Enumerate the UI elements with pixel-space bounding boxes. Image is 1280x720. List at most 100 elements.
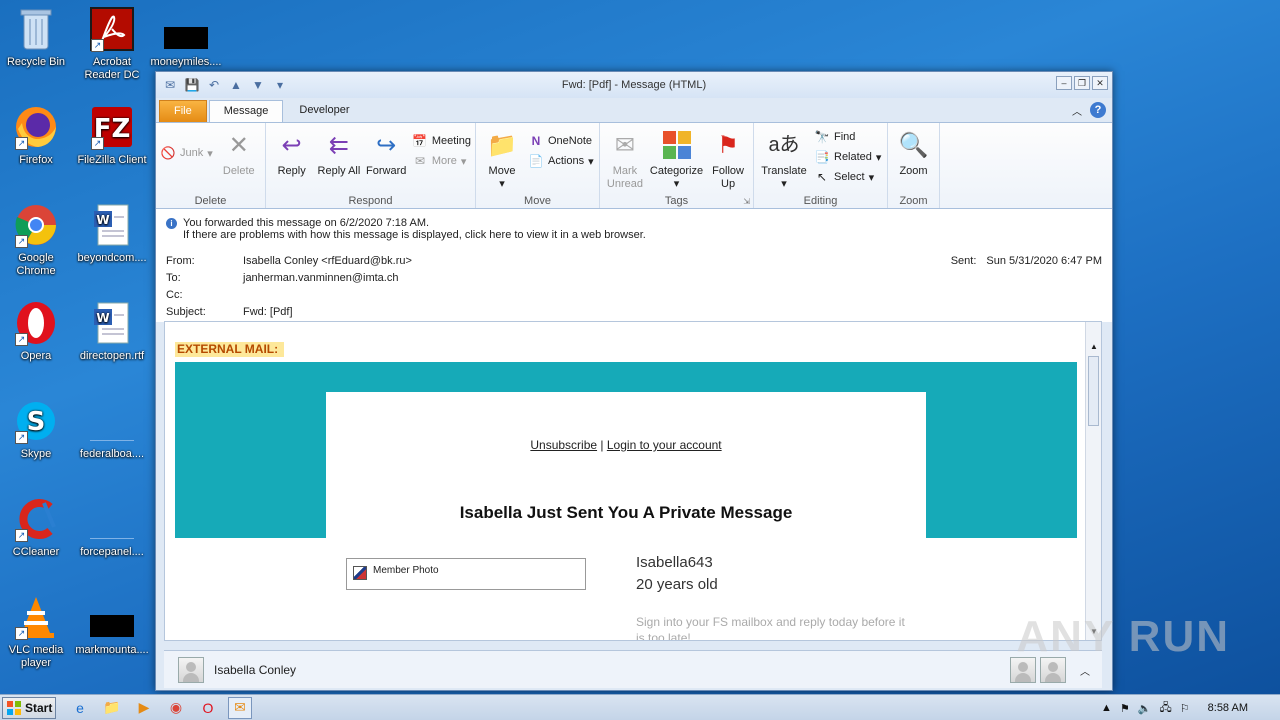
desktop-icon-opera[interactable]: ↗ Opera: [0, 300, 74, 363]
action-center-icon[interactable]: ⚑: [1120, 702, 1130, 715]
filezilla-icon: FZ ↗: [89, 104, 135, 150]
desktop-icon-label: Firefox: [19, 154, 53, 166]
message-body[interactable]: EXTERNAL MAIL: Unsubscribe | Login to yo…: [164, 321, 1102, 641]
desktop-icon-vlc[interactable]: ↗ VLC media player: [0, 594, 74, 670]
desktop-icon-label: markmounta....: [75, 644, 149, 656]
flag-icon: ⚑: [717, 131, 739, 159]
system-tray: ▲ ⚑ 🔈 🖧 ⚐ 8:58 AM: [1101, 695, 1280, 720]
more-button[interactable]: ✉ More ▾: [412, 153, 471, 169]
shortcut-arrow-icon: ↗: [15, 137, 28, 150]
group-label: Editing: [803, 195, 838, 207]
explorer-folder-icon[interactable]: 📁: [100, 697, 124, 719]
scroll-up-icon[interactable]: ▲: [1090, 342, 1098, 351]
help-icon[interactable]: ?: [1090, 102, 1106, 118]
outlook-icon[interactable]: ✉: [228, 696, 252, 719]
junk-icon: 🚫: [160, 146, 176, 160]
desktop-icon-label: Skype: [20, 448, 52, 460]
group-tags: ✉ Mark Unread Categorize ▾ ⚑ Follow Up ⇲…: [600, 123, 754, 208]
sender-name[interactable]: Isabella Conley: [214, 663, 296, 677]
show-hidden-icons-icon[interactable]: ▲: [1101, 702, 1112, 714]
close-button[interactable]: ✕: [1092, 76, 1108, 90]
expand-people-pane-icon[interactable]: ︿: [1080, 663, 1090, 678]
cc-row: Cc:: [166, 289, 183, 301]
tab-developer[interactable]: Developer: [285, 100, 363, 122]
acrobat-icon: ↗: [89, 6, 135, 52]
chrome-icon: ↗: [13, 202, 59, 248]
desktop-icon-label: Recycle Bin: [6, 56, 66, 68]
desktop-icon-firefox[interactable]: ↗ Firefox: [0, 104, 74, 167]
desktop-icon-label: forcepanel....: [80, 546, 144, 558]
from-value[interactable]: Isabella Conley <rfEduard@bk.ru>: [243, 255, 412, 267]
desktop-icon-markmounta[interactable]: markmounta....: [74, 594, 150, 657]
desktop-icon-beyondcom[interactable]: W beyondcom....: [74, 202, 150, 265]
group-label: Move: [524, 195, 551, 207]
file-icon: [89, 496, 135, 542]
tab-message[interactable]: Message: [208, 100, 284, 122]
collapse-ribbon-icon[interactable]: ︿: [1072, 103, 1082, 118]
desktop-icon-label: Google Chrome: [16, 252, 56, 277]
volume-icon[interactable]: 🔈: [1138, 702, 1152, 715]
info-forwarded: You forwarded this message on 6/2/2020 7…: [183, 217, 430, 229]
junk-button[interactable]: 🚫 Junk ▾: [160, 145, 213, 161]
avatar[interactable]: [178, 656, 204, 683]
age: 20 years old: [636, 576, 718, 593]
media-player-icon[interactable]: ▶: [132, 697, 156, 719]
group-label: Tags: [664, 195, 689, 207]
dropdown-arrow-icon: ▾: [781, 178, 787, 190]
find-button[interactable]: 🔭 Find: [814, 129, 881, 145]
onenote-button[interactable]: N OneNote: [528, 133, 594, 149]
binoculars-icon: 🔭: [814, 130, 830, 144]
scroll-thumb[interactable]: [1088, 356, 1099, 426]
svg-text:W: W: [96, 311, 109, 325]
info-view-in-browser[interactable]: If there are problems with how this mess…: [166, 229, 1102, 241]
email-headline: Isabella Just Sent You A Private Message: [459, 503, 793, 522]
desktop-icon-ccleaner[interactable]: ↗ CCleaner: [0, 496, 74, 559]
to-value[interactable]: janherman.vanminnen@imta.ch: [243, 272, 398, 284]
meeting-button[interactable]: 📅 Meeting: [412, 133, 471, 149]
unsubscribe-link[interactable]: Unsubscribe: [530, 438, 597, 452]
desktop-icon-skype[interactable]: S ↗ Skype: [0, 398, 74, 461]
more-icon: ✉: [414, 154, 425, 168]
member-photo[interactable]: Member Photo: [346, 558, 586, 590]
sent-value: Sun 5/31/2020 6:47 PM: [986, 255, 1102, 267]
tab-file[interactable]: File: [159, 100, 207, 122]
desktop-icon-forcepanel[interactable]: forcepanel....: [74, 496, 150, 559]
desktop-icon-federalboa[interactable]: federalboa....: [74, 398, 150, 461]
mark-unread-icon: ✉: [614, 131, 635, 159]
related-button[interactable]: 📑 Related ▾: [814, 149, 882, 165]
desktop-icon-directopen[interactable]: W directopen.rtf: [74, 300, 150, 363]
minimize-button[interactable]: –: [1056, 76, 1072, 90]
taskbar-apps: e 📁 ▶ ◉ O ✉: [68, 696, 252, 719]
internet-explorer-icon[interactable]: e: [68, 697, 92, 719]
login-link[interactable]: Login to your account: [607, 438, 722, 452]
desktop-icon-filezilla[interactable]: FZ ↗ FileZilla Client: [74, 104, 150, 167]
anyrun-watermark: ANY RUN: [1016, 612, 1230, 661]
actions-button[interactable]: 📄 Actions ▾: [528, 153, 594, 169]
opera-icon[interactable]: O: [196, 697, 220, 719]
window-title: Fwd: [Pdf] - Message (HTML): [561, 79, 707, 91]
file-icon: [89, 594, 135, 640]
select-button[interactable]: ↖ Select ▾: [814, 169, 881, 185]
start-button[interactable]: Start: [2, 696, 56, 719]
flag-icon[interactable]: ⚐: [1180, 702, 1190, 715]
desktop-icon-chrome[interactable]: ↗ Google Chrome: [0, 202, 74, 278]
vertical-scrollbar[interactable]: ▲ ▼: [1085, 322, 1101, 640]
network-icon[interactable]: 🖧: [1160, 699, 1172, 718]
shortcut-arrow-icon: ↗: [15, 333, 28, 346]
delete-icon: ✕: [228, 131, 249, 159]
desktop-icon-label: FileZilla Client: [77, 154, 147, 166]
desktop-icon-recycle-bin[interactable]: Recycle Bin: [0, 6, 74, 69]
maximize-button[interactable]: ❐: [1074, 76, 1090, 90]
cursor-icon: ↖: [816, 170, 828, 184]
desktop-icon-acrobat[interactable]: ↗ Acrobat Reader DC: [74, 6, 150, 82]
clock[interactable]: 8:58 AM: [1208, 702, 1248, 714]
desktop-icon-moneymiles[interactable]: moneymiles....: [148, 6, 224, 69]
ribbon-right-controls: ︿ ?: [1072, 102, 1106, 118]
to-row: To: janherman.vanminnen@imta.ch: [166, 272, 399, 284]
desktop-icon-label: Opera: [20, 350, 52, 362]
window-controls: – ❐ ✕: [1056, 76, 1108, 90]
from-row: From: Isabella Conley <rfEduard@bk.ru>: [166, 255, 412, 267]
info-bar[interactable]: i You forwarded this message on 6/2/2020…: [166, 217, 1102, 229]
external-mail-banner: EXTERNAL MAIL:: [175, 342, 285, 357]
chrome-icon[interactable]: ◉: [164, 697, 188, 719]
